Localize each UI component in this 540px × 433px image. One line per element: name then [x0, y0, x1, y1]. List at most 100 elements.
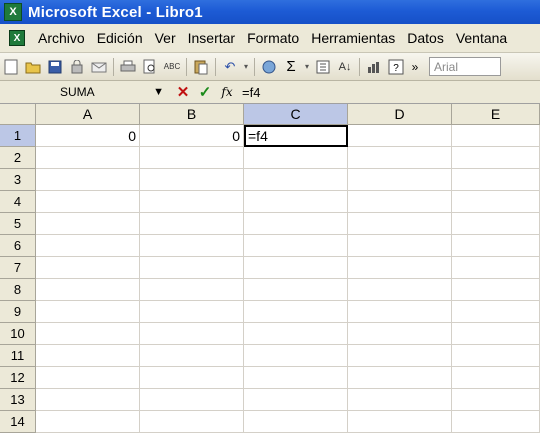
cell-a5[interactable]: [36, 213, 140, 235]
cell-b12[interactable]: [140, 367, 244, 389]
cell-a9[interactable]: [36, 301, 140, 323]
print-preview-icon[interactable]: [140, 57, 160, 77]
print-icon[interactable]: [118, 57, 138, 77]
menu-ver[interactable]: Ver: [149, 30, 182, 46]
cell-e11[interactable]: [452, 345, 540, 367]
cell-b14[interactable]: [140, 411, 244, 433]
row-header-6[interactable]: 6: [0, 235, 36, 257]
row-header-10[interactable]: 10: [0, 323, 36, 345]
cell-b3[interactable]: [140, 169, 244, 191]
menu-herramientas[interactable]: Herramientas: [305, 30, 401, 46]
cell-d14[interactable]: [348, 411, 452, 433]
enter-icon[interactable]: ✓: [194, 83, 216, 101]
cell-c11[interactable]: [244, 345, 348, 367]
cell-e13[interactable]: [452, 389, 540, 411]
menu-archivo[interactable]: Archivo: [32, 30, 91, 46]
row-header-8[interactable]: 8: [0, 279, 36, 301]
sort-descending-icon[interactable]: A↓: [335, 57, 355, 77]
row-header-13[interactable]: 13: [0, 389, 36, 411]
cell-b7[interactable]: [140, 257, 244, 279]
spelling-icon[interactable]: ABC: [162, 57, 182, 77]
cell-c8[interactable]: [244, 279, 348, 301]
cell-e9[interactable]: [452, 301, 540, 323]
cell-a7[interactable]: [36, 257, 140, 279]
formula-input[interactable]: =f4: [242, 85, 260, 100]
cell-a10[interactable]: [36, 323, 140, 345]
cell-e8[interactable]: [452, 279, 540, 301]
cell-d13[interactable]: [348, 389, 452, 411]
cell-e14[interactable]: [452, 411, 540, 433]
menu-formato[interactable]: Formato: [241, 30, 305, 46]
cell-c4[interactable]: [244, 191, 348, 213]
cell-d3[interactable]: [348, 169, 452, 191]
cell-d10[interactable]: [348, 323, 452, 345]
save-icon[interactable]: [45, 57, 65, 77]
cell-e7[interactable]: [452, 257, 540, 279]
cell-a12[interactable]: [36, 367, 140, 389]
cell-c13[interactable]: [244, 389, 348, 411]
row-header-2[interactable]: 2: [0, 147, 36, 169]
column-header-b[interactable]: B: [140, 104, 244, 125]
autosum-icon[interactable]: Σ: [281, 57, 301, 77]
toolbar-overflow-icon[interactable]: »: [408, 57, 422, 77]
cancel-icon[interactable]: ✕: [172, 83, 194, 101]
new-icon[interactable]: [1, 57, 21, 77]
column-header-c[interactable]: C: [244, 104, 348, 125]
cell-b1[interactable]: 0: [140, 125, 244, 147]
cell-b6[interactable]: [140, 235, 244, 257]
row-header-9[interactable]: 9: [0, 301, 36, 323]
cell-c5[interactable]: [244, 213, 348, 235]
row-header-14[interactable]: 14: [0, 411, 36, 433]
insert-function-icon[interactable]: fx: [216, 85, 238, 99]
email-icon[interactable]: [89, 57, 109, 77]
workbook-icon[interactable]: X: [6, 28, 26, 48]
row-header-7[interactable]: 7: [0, 257, 36, 279]
cell-e6[interactable]: [452, 235, 540, 257]
autosum-dropdown-icon[interactable]: ▾: [303, 57, 311, 77]
cell-c10[interactable]: [244, 323, 348, 345]
cell-c2[interactable]: [244, 147, 348, 169]
hyperlink-icon[interactable]: [259, 57, 279, 77]
help-icon[interactable]: ?: [386, 57, 406, 77]
chart-wizard-icon[interactable]: [364, 57, 384, 77]
cell-e2[interactable]: [452, 147, 540, 169]
undo-dropdown-icon[interactable]: ▾: [242, 57, 250, 77]
cell-a14[interactable]: [36, 411, 140, 433]
column-header-a[interactable]: A: [36, 104, 140, 125]
row-header-4[interactable]: 4: [0, 191, 36, 213]
cell-d6[interactable]: [348, 235, 452, 257]
cell-d4[interactable]: [348, 191, 452, 213]
cell-a13[interactable]: [36, 389, 140, 411]
cell-a11[interactable]: [36, 345, 140, 367]
font-name-box[interactable]: Arial: [429, 57, 501, 76]
cell-a1[interactable]: 0: [36, 125, 140, 147]
cell-d1[interactable]: [348, 125, 452, 147]
cell-e10[interactable]: [452, 323, 540, 345]
permission-icon[interactable]: [67, 57, 87, 77]
cell-a4[interactable]: [36, 191, 140, 213]
cell-c3[interactable]: [244, 169, 348, 191]
cell-c6[interactable]: [244, 235, 348, 257]
column-header-d[interactable]: D: [348, 104, 452, 125]
cell-d5[interactable]: [348, 213, 452, 235]
sort-ascending-icon[interactable]: [313, 57, 333, 77]
cell-e5[interactable]: [452, 213, 540, 235]
cell-d11[interactable]: [348, 345, 452, 367]
cell-b4[interactable]: [140, 191, 244, 213]
cell-e12[interactable]: [452, 367, 540, 389]
menu-ventana[interactable]: Ventana: [450, 30, 513, 46]
paste-icon[interactable]: [191, 57, 211, 77]
cell-c14[interactable]: [244, 411, 348, 433]
cell-a3[interactable]: [36, 169, 140, 191]
cell-b11[interactable]: [140, 345, 244, 367]
row-header-11[interactable]: 11: [0, 345, 36, 367]
row-header-5[interactable]: 5: [0, 213, 36, 235]
cell-d12[interactable]: [348, 367, 452, 389]
row-header-12[interactable]: 12: [0, 367, 36, 389]
cell-c7[interactable]: [244, 257, 348, 279]
cell-c1[interactable]: =f4: [244, 125, 348, 147]
cell-d8[interactable]: [348, 279, 452, 301]
cell-d9[interactable]: [348, 301, 452, 323]
open-icon[interactable]: [23, 57, 43, 77]
cell-e1[interactable]: [452, 125, 540, 147]
